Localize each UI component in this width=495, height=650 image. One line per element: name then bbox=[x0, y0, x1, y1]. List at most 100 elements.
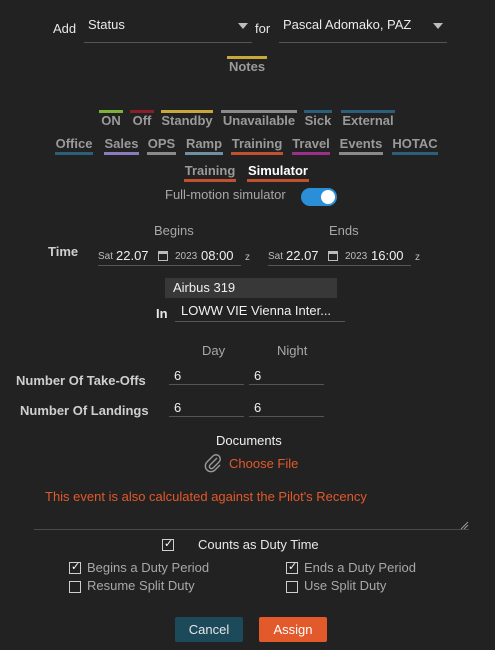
use-split-label: Use Split Duty bbox=[304, 578, 387, 593]
tab-notes-label: Notes bbox=[228, 59, 266, 74]
takeoffs-label: Number Of Take-Offs bbox=[16, 373, 146, 388]
paperclip-icon bbox=[203, 453, 223, 473]
begins-duty-checkbox[interactable] bbox=[69, 560, 81, 574]
for-label: for bbox=[255, 21, 271, 36]
begin-time-input[interactable]: 08:00 bbox=[199, 246, 239, 266]
resize-handle-icon[interactable] bbox=[459, 518, 469, 530]
status-on-label: ON bbox=[101, 113, 121, 128]
ends-duty-checkbox[interactable] bbox=[286, 560, 298, 574]
full-motion-label: Full-motion simulator bbox=[165, 187, 286, 202]
category-events-label: Events bbox=[339, 136, 383, 151]
person-select[interactable]: Pascal Adomako, PAZ bbox=[279, 13, 447, 43]
full-motion-toggle[interactable] bbox=[301, 188, 337, 206]
choose-file-link[interactable]: Choose File bbox=[229, 456, 298, 471]
end-zone: z bbox=[415, 252, 420, 263]
end-year: 2023 bbox=[345, 251, 368, 262]
toggle-knob bbox=[321, 190, 335, 204]
category-travel-label: Travel bbox=[292, 136, 330, 151]
status-sick[interactable]: Sick bbox=[304, 110, 332, 128]
assign-button[interactable]: Assign bbox=[259, 617, 327, 642]
takeoffs-night-value: 6 bbox=[254, 368, 262, 383]
cancel-button[interactable]: Cancel bbox=[175, 617, 243, 642]
category-office-bar bbox=[55, 152, 93, 155]
type-select-value: Status bbox=[88, 17, 125, 32]
status-standby[interactable]: Standby bbox=[161, 110, 213, 128]
category-ops[interactable]: OPS bbox=[147, 133, 176, 155]
category-training-label: Training bbox=[231, 136, 283, 151]
category-training-bar bbox=[231, 152, 283, 155]
takeoffs-day-input[interactable]: 6 bbox=[169, 366, 244, 385]
category-hotac-label: HOTAC bbox=[392, 136, 438, 151]
tab-notes[interactable]: Notes bbox=[227, 56, 267, 74]
status-unavailable[interactable]: Unavailable bbox=[221, 110, 297, 128]
category-office[interactable]: Office bbox=[55, 133, 93, 155]
subtype-training[interactable]: Training bbox=[184, 160, 236, 182]
counts-duty-checkbox[interactable] bbox=[162, 537, 174, 551]
category-office-label: Office bbox=[55, 136, 93, 151]
category-ramp-label: Ramp bbox=[185, 136, 223, 151]
documents-label: Documents bbox=[216, 433, 282, 448]
status-standby-bar bbox=[161, 110, 213, 113]
category-events[interactable]: Events bbox=[339, 133, 383, 155]
end-date-input[interactable]: 22.07 bbox=[284, 246, 324, 266]
begin-date-value: 22.07 bbox=[116, 248, 149, 263]
landings-day-input[interactable]: 6 bbox=[169, 398, 244, 417]
chevron-down-icon bbox=[238, 23, 248, 29]
counts-duty-label: Counts as Duty Time bbox=[198, 537, 319, 552]
time-label: Time bbox=[48, 244, 79, 259]
begin-day: Sat bbox=[98, 251, 114, 262]
category-training[interactable]: Training bbox=[231, 133, 283, 155]
subtype-training-bar bbox=[184, 179, 236, 182]
aircraft-value: Airbus 319 bbox=[173, 280, 236, 295]
category-travel[interactable]: Travel bbox=[292, 133, 330, 155]
category-ramp[interactable]: Ramp bbox=[185, 133, 223, 155]
category-ops-label: OPS bbox=[147, 136, 176, 151]
landings-night-input[interactable]: 6 bbox=[249, 398, 324, 417]
ends-label: Ends bbox=[329, 223, 359, 238]
chevron-down-icon bbox=[433, 23, 443, 29]
status-off[interactable]: Off bbox=[130, 110, 154, 128]
ends-duty-label: Ends a Duty Period bbox=[304, 560, 417, 575]
category-ops-bar bbox=[147, 152, 176, 155]
end-time-input[interactable]: 16:00 bbox=[369, 246, 409, 266]
begin-zone: z bbox=[245, 252, 250, 263]
category-travel-bar bbox=[292, 152, 330, 155]
status-unavailable-label: Unavailable bbox=[222, 113, 296, 128]
in-label: In bbox=[156, 306, 168, 321]
use-split-checkbox[interactable] bbox=[286, 581, 298, 593]
begin-year: 2023 bbox=[175, 251, 198, 262]
subtype-simulator-label: Simulator bbox=[248, 163, 308, 178]
night-label: Night bbox=[277, 343, 308, 358]
category-ramp-bar bbox=[185, 152, 223, 155]
location-input[interactable]: LOWW VIE Vienna Inter... bbox=[175, 300, 345, 322]
begin-date-input[interactable]: 22.07 bbox=[114, 246, 154, 266]
status-standby-label: Standby bbox=[161, 113, 213, 128]
subtype-training-label: Training bbox=[184, 163, 236, 178]
aircraft-select[interactable]: Airbus 319 bbox=[165, 278, 337, 298]
begins-label: Begins bbox=[154, 223, 194, 238]
category-sales[interactable]: Sales bbox=[104, 133, 139, 155]
type-select[interactable]: Status bbox=[84, 13, 252, 43]
location-value: LOWW VIE Vienna Inter... bbox=[181, 303, 332, 318]
status-on-bar bbox=[99, 110, 123, 113]
tab-notes-bar bbox=[227, 56, 267, 59]
end-time-value: 16:00 bbox=[371, 248, 404, 263]
status-external[interactable]: External bbox=[341, 110, 395, 128]
person-select-value: Pascal Adomako, PAZ bbox=[283, 17, 412, 32]
calendar-icon[interactable] bbox=[328, 251, 338, 261]
subtype-simulator[interactable]: Simulator bbox=[247, 160, 309, 182]
day-label: Day bbox=[202, 343, 226, 358]
end-underline bbox=[268, 265, 411, 266]
category-events-bar bbox=[339, 152, 383, 155]
landings-night-value: 6 bbox=[254, 400, 262, 415]
status-on[interactable]: ON bbox=[99, 110, 123, 128]
resume-split-checkbox[interactable] bbox=[69, 581, 81, 593]
category-sales-bar bbox=[104, 152, 139, 155]
status-off-label: Off bbox=[132, 113, 152, 128]
takeoffs-night-input[interactable]: 6 bbox=[249, 366, 324, 385]
category-hotac[interactable]: HOTAC bbox=[392, 133, 438, 155]
status-external-label: External bbox=[342, 113, 394, 128]
status-sick-bar bbox=[304, 110, 332, 113]
calendar-icon[interactable] bbox=[158, 251, 168, 261]
landings-day-value: 6 bbox=[174, 400, 182, 415]
